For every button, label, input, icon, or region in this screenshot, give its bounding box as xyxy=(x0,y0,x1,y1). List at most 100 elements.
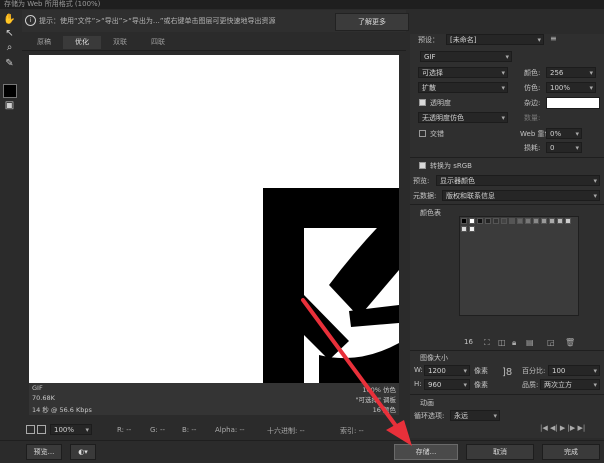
convert-srgb-label: 转换为 sRGB xyxy=(430,162,472,170)
preview-button[interactable]: 预览... xyxy=(26,444,62,460)
tab-original[interactable]: 原稿 xyxy=(25,36,63,49)
zoom-minus-icon[interactable] xyxy=(26,425,35,434)
preset-select[interactable]: [未命名] xyxy=(446,34,544,45)
width-field[interactable]: 1200 xyxy=(424,365,470,376)
color-swatch[interactable] xyxy=(509,218,515,224)
image-size-label: 图像大小 xyxy=(420,354,448,362)
delete-color-icon[interactable]: 🗑︎ xyxy=(565,338,575,347)
info-dither: 100% 仿色 xyxy=(362,386,396,394)
transparency-checkbox[interactable] xyxy=(419,99,426,106)
hint-text: 提示：使用“文件”>“导出”>“导出为…”或右键单击图层可更快速地导出资源 xyxy=(39,17,276,25)
toggle-slices-icon[interactable]: ▣ xyxy=(3,100,16,112)
panel-menu-icon[interactable]: ≡ xyxy=(550,34,557,43)
preview-artwork xyxy=(263,188,399,383)
matte-label: 杂边: xyxy=(524,99,541,107)
lock-color-icon[interactable]: 🔒︎ xyxy=(512,338,516,348)
quality-select[interactable]: 两次立方 xyxy=(540,379,600,390)
preview-select[interactable]: 显示器颜色 xyxy=(436,175,600,186)
animation-controls[interactable]: |◀ ◀| ▶ |▶ ▶| xyxy=(540,424,585,432)
done-button[interactable]: 完成 xyxy=(542,444,600,460)
dither-amount-field[interactable]: 100% xyxy=(546,82,596,93)
slice-select-tool-icon[interactable]: ↖ xyxy=(3,28,16,40)
height-field[interactable]: 960 xyxy=(424,379,470,390)
eyedropper-color-swatch[interactable] xyxy=(3,84,17,98)
eyedropper-tool-icon[interactable]: ✎ xyxy=(3,58,16,70)
color-swatch[interactable] xyxy=(485,218,491,224)
color-swatch[interactable] xyxy=(461,226,467,232)
dither-label: 仿色: xyxy=(524,84,541,92)
quality-label: 品质: xyxy=(522,381,539,389)
color-swatch[interactable] xyxy=(533,218,539,224)
learn-more-button[interactable]: 了解更多 xyxy=(335,13,409,31)
lossy-field[interactable]: 0 xyxy=(546,142,582,153)
color-swatch[interactable] xyxy=(549,218,555,224)
height-label: H: xyxy=(414,380,422,388)
readout-b: B: -- xyxy=(182,426,197,434)
readout-g: G: -- xyxy=(150,426,166,434)
web-shift-icon[interactable]: ◫ xyxy=(498,338,506,347)
color-swatch[interactable] xyxy=(565,218,571,224)
color-table[interactable] xyxy=(459,216,579,316)
info-colors: 16 颜色 xyxy=(372,406,396,414)
image-preview[interactable] xyxy=(29,55,399,383)
height-unit: 像素 xyxy=(474,381,488,389)
new-color-icon[interactable]: ◲ xyxy=(547,338,555,347)
amount-label: 数量: xyxy=(524,114,541,122)
lossy-label: 损耗: xyxy=(524,144,541,152)
save-button[interactable]: 存储... xyxy=(394,444,458,460)
color-count: 16 xyxy=(464,338,473,346)
add-color-icon[interactable]: ▤ xyxy=(526,338,534,347)
color-swatch[interactable] xyxy=(541,218,547,224)
dither-method-select[interactable]: 扩散 xyxy=(418,82,508,93)
percent-field[interactable]: 100 xyxy=(548,365,600,376)
status-bar: 100% R: -- G: -- B: -- Alpha: -- 十六进制: -… xyxy=(22,423,406,438)
colors-select[interactable]: 256 xyxy=(546,67,596,78)
color-swatch[interactable] xyxy=(501,218,507,224)
browser-icon: ◐▾ xyxy=(78,448,88,456)
color-swatch[interactable] xyxy=(461,218,467,224)
constrain-link-icon[interactable]: ]8 xyxy=(502,367,512,378)
color-table-swatches xyxy=(461,218,577,234)
preview-label: 预览: xyxy=(413,177,430,185)
tab-2-up[interactable]: 双联 xyxy=(101,36,139,49)
color-swatch[interactable] xyxy=(557,218,563,224)
web-snap-field[interactable]: 0% xyxy=(546,128,582,139)
bottom-bar: 预览... ◐▾ 存储... 取消 完成 xyxy=(0,440,604,463)
settings-panel: 预设： [未命名] ≡ GIF 可选择 颜色: 256 扩散 仿色: 100% … xyxy=(410,34,604,438)
color-swatch[interactable] xyxy=(517,218,523,224)
tool-bar: ✋ ↖ ⌕ ✎ ▣ xyxy=(0,14,20,442)
browser-select[interactable]: ◐▾ xyxy=(70,444,96,460)
transparency-dither-select[interactable]: 无透明度仿色 xyxy=(418,112,508,123)
interlaced-label: 交错 xyxy=(430,130,444,138)
color-reduction-select[interactable]: 可选择 xyxy=(418,67,508,78)
tab-4-up[interactable]: 四联 xyxy=(139,36,177,49)
color-swatch[interactable] xyxy=(493,218,499,224)
hint-bar: i 提示：使用“文件”>“导出”>“导出为…”或右键单击图层可更快速地导出资源 … xyxy=(22,10,409,32)
info-palette: "可选择" 调板 xyxy=(355,396,396,404)
optimization-info: GIF 70.68K 14 秒 @ 56.6 Kbps 100% 仿色 "可选择… xyxy=(29,383,399,415)
width-unit: 像素 xyxy=(474,367,488,375)
zoom-select[interactable]: 100% xyxy=(50,424,92,435)
metadata-select[interactable]: 版权和联系信息 xyxy=(442,190,600,201)
zoom-plus-icon[interactable] xyxy=(37,425,46,434)
format-select[interactable]: GIF xyxy=(420,51,512,62)
color-table-label: 颜色表 xyxy=(420,209,441,217)
view-tabs: 原稿 优化 双联 四联 xyxy=(22,34,406,51)
map-color-icon[interactable]: ⛶ xyxy=(484,338,490,348)
loop-options-select[interactable]: 永远 xyxy=(450,410,500,421)
cancel-button[interactable]: 取消 xyxy=(466,444,534,460)
color-swatch[interactable] xyxy=(525,218,531,224)
color-swatch[interactable] xyxy=(469,226,475,232)
tab-optimized[interactable]: 优化 xyxy=(63,36,101,49)
loop-options-label: 循环选项: xyxy=(414,412,445,420)
color-swatch[interactable] xyxy=(477,218,483,224)
interlaced-checkbox[interactable] xyxy=(419,130,426,137)
convert-srgb-checkbox[interactable] xyxy=(419,162,426,169)
window-title: 存储为 Web 所用格式 (100%) xyxy=(0,0,604,9)
zoom-tool-icon[interactable]: ⌕ xyxy=(3,42,16,54)
hand-tool-icon[interactable]: ✋ xyxy=(3,14,16,26)
readout-index: 索引: -- xyxy=(340,427,364,435)
matte-color-swatch[interactable] xyxy=(546,97,600,109)
color-swatch[interactable] xyxy=(469,218,475,224)
info-file-size: 70.68K xyxy=(32,394,55,402)
